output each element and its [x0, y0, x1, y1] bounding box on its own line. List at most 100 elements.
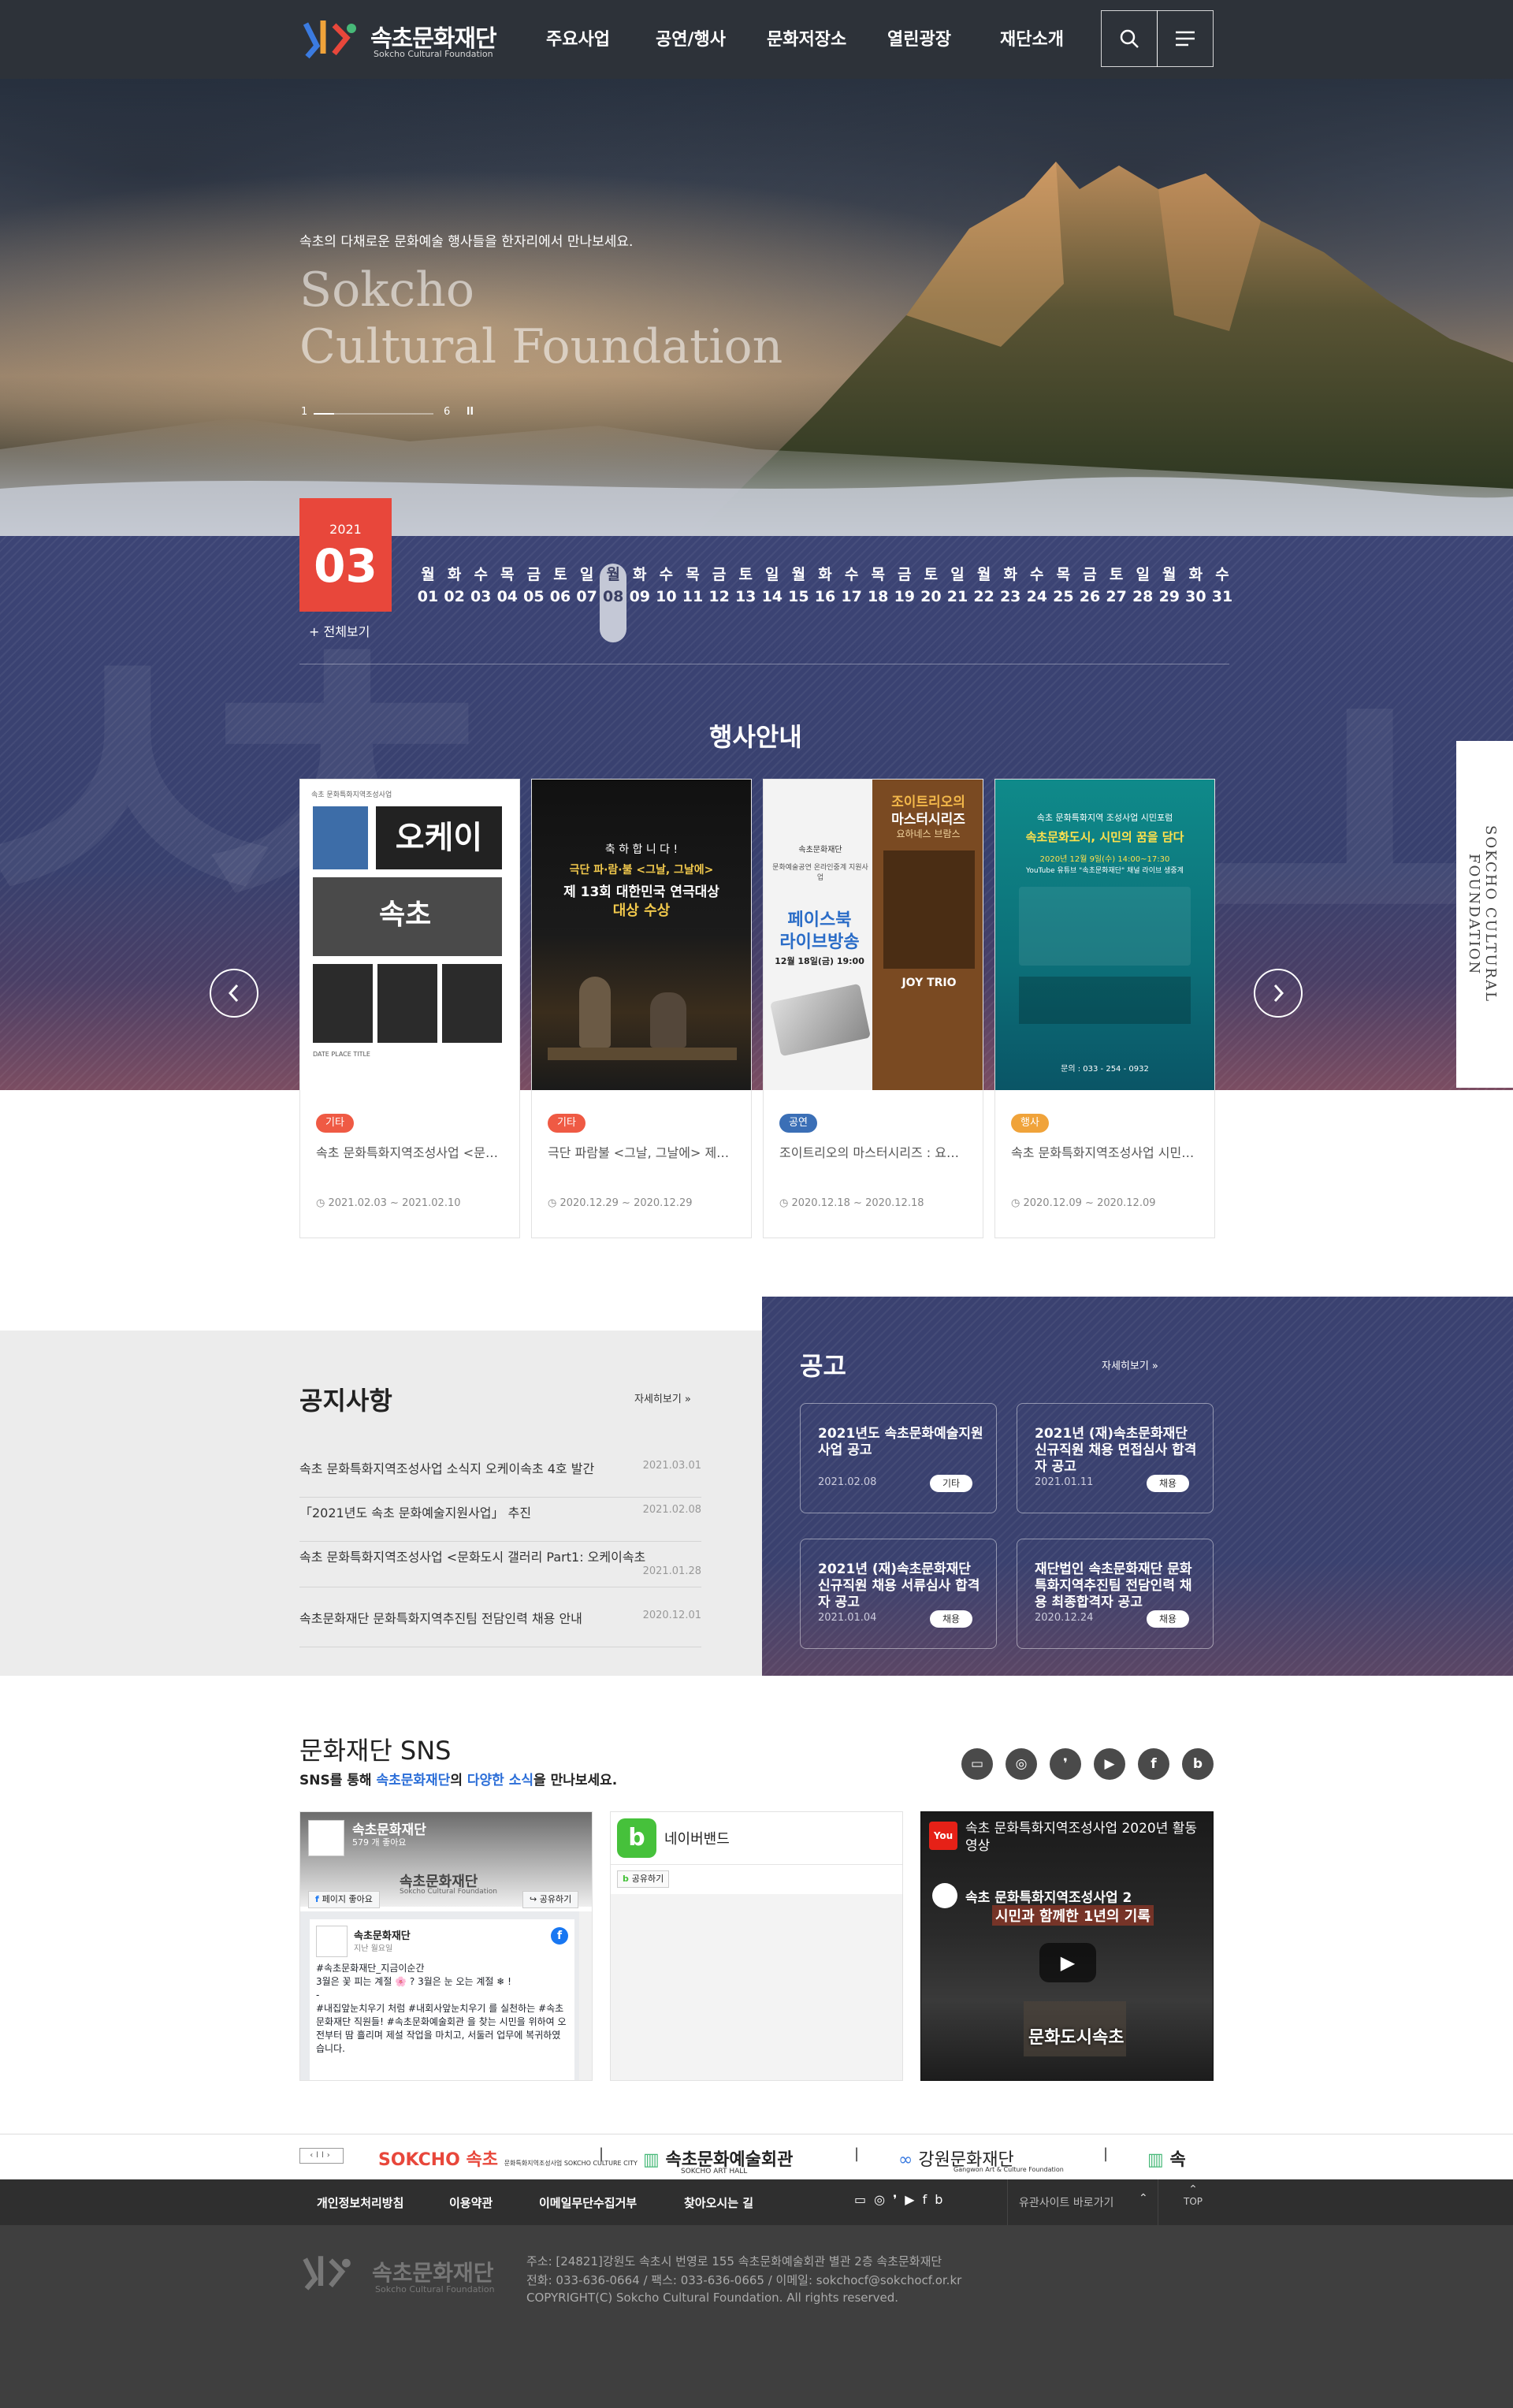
calendar-day[interactable]: 월 15 [785, 564, 812, 642]
announcement-card[interactable]: 2021년 (재)속초문화재단 신규직원 채용 서류심사 합격자 공고 2021… [800, 1539, 997, 1649]
footer-link-privacy[interactable]: 개인정보처리방침 [317, 2194, 403, 2211]
calendar-day[interactable]: 월 22 [971, 564, 998, 642]
announcement-more-link[interactable]: 자세히보기 » [1102, 1357, 1158, 1372]
calendar-view-all-link[interactable]: + 전체보기 [309, 621, 370, 640]
search-button[interactable] [1101, 10, 1158, 67]
instagram-icon[interactable]: ◎ [1006, 1748, 1037, 1780]
announcement-card-title[interactable]: 재단법인 속초문화재단 문화특화지역추진팀 전담인력 채용 최종합격자 공고 [1035, 1561, 1200, 1611]
event-title[interactable]: 속초 문화특화지역조성사업 <문화도시 갤러리> [316, 1142, 505, 1161]
facebook-widget[interactable]: 속초문화재단 579 개 좋아요 속초문화재단 Sokcho Cultural … [299, 1811, 593, 2081]
kakao-story-icon[interactable]: ❜ [1050, 1748, 1081, 1780]
scrollbar[interactable] [579, 1911, 592, 2080]
talk-icon[interactable]: ▭ [854, 2192, 874, 2207]
youtube-widget[interactable]: You 속초 문화특화지역조성사업 2020년 활동영상 속초 문화특화지역조성… [920, 1811, 1214, 2081]
calendar-day[interactable]: 화 02 [441, 564, 468, 642]
naver-band-icon[interactable]: b [935, 2192, 950, 2207]
event-card[interactable]: 속초 문화특화지역 조성사업 시민포럼 속초문화도시, 시민의 꿈을 담다 20… [994, 779, 1215, 1238]
event-card[interactable]: 속초문화재단 문화예술공연 온라인중계 지원사업 페이스북 라이브방송 12월 … [763, 779, 983, 1238]
calendar-day[interactable]: 토 27 [1103, 564, 1130, 642]
calendar-day[interactable]: 일 28 [1129, 564, 1156, 642]
youtube-video-title[interactable]: 속초 문화특화지역조성사업 2020년 활동영상 [965, 1820, 1202, 1855]
back-to-top-button[interactable]: ⌃ TOP [1177, 2183, 1209, 2207]
calendar-day[interactable]: 목 25 [1050, 564, 1076, 642]
calendar-day[interactable]: 수 03 [467, 564, 494, 642]
instagram-icon[interactable]: ◎ [874, 2192, 893, 2207]
nav-open-square[interactable]: 열린광장 [887, 25, 951, 50]
notice-item-title[interactable]: 속초 문화특화지역조성사업 소식지 오케이속초 4호 발간 [299, 1458, 646, 1477]
announcement-card[interactable]: 2021년 (재)속초문화재단 신규직원 채용 면접심사 합격자 공고 2021… [1017, 1403, 1214, 1513]
calendar-day[interactable]: 목 04 [494, 564, 521, 642]
event-card[interactable]: 축 하 합 니 다 ! 극단 파·람·불 <그날, 그날에> 제 13회 대한민… [531, 779, 752, 1238]
calendar-day[interactable]: 수 24 [1024, 564, 1050, 642]
calendar-day[interactable]: 일 14 [759, 564, 786, 642]
calendar-day[interactable]: 월 29 [1156, 564, 1183, 642]
calendar-day[interactable]: 목 11 [679, 564, 706, 642]
announcement-card-title[interactable]: 2021년 (재)속초문화재단 신규직원 채용 면접심사 합격자 공고 [1035, 1426, 1200, 1476]
calendar-day[interactable]: 수 10 [652, 564, 679, 642]
related-sites-select[interactable]: 유관사이트 바로가기 ⌃ [1007, 2179, 1158, 2225]
event-title[interactable]: 조이트리오의 마스터시리즈 : 요하네스 브람스 [779, 1142, 968, 1161]
partner-logo-partial[interactable]: ▥ 속 [1147, 2146, 1186, 2171]
facebook-share-button[interactable]: ↪ 공유하기 [522, 1891, 579, 1908]
facebook-post[interactable]: 속초문화재단 지난 월요일 f #속초문화재단_지금이순간 3월은 꽃 피는 계… [310, 1919, 574, 2080]
calendar-day[interactable]: 금 12 [706, 564, 733, 642]
calendar-day[interactable]: 토 06 [547, 564, 574, 642]
naver-band-widget[interactable]: b 네이버밴드 b 공유하기 [610, 1811, 903, 2081]
events-next-button[interactable] [1254, 969, 1303, 1018]
announcement-card-title[interactable]: 2021년 (재)속초문화재단 신규직원 채용 서류심사 합격자 공고 [818, 1561, 983, 1611]
calendar-day[interactable]: 일 21 [944, 564, 971, 642]
calendar-day[interactable]: 월 08 [600, 564, 627, 642]
calendar-day[interactable]: 수 31 [1209, 564, 1236, 642]
calendar-day[interactable]: 화 30 [1182, 564, 1209, 642]
talk-icon[interactable]: ▭ [961, 1748, 993, 1780]
event-title[interactable]: 속초 문화특화지역조성사업 시민포럼 [1011, 1142, 1200, 1161]
footer-link-email-refusal[interactable]: 이메일무단수집거부 [539, 2194, 637, 2211]
calendar-day[interactable]: 금 19 [891, 564, 918, 642]
notice-item[interactable]: 속초 문화특화지역조성사업 소식지 오케이속초 4호 발간 2021.03.01 [299, 1455, 701, 1498]
facebook-icon[interactable]: f [1138, 1748, 1169, 1780]
facebook-post-author[interactable]: 속초문화재단 [354, 1927, 411, 1942]
calendar-day[interactable]: 토 20 [917, 564, 944, 642]
nav-main-projects[interactable]: 주요사업 [546, 25, 610, 50]
event-card[interactable]: 속초 문화특화지역조성사업 오케이 속초 DATE PLACE TITLE 기타… [299, 779, 520, 1238]
calendar-day[interactable]: 토 13 [732, 564, 759, 642]
notice-item-title[interactable]: 속초문화재단 문화특화지역추진팀 전담인력 채용 안내 [299, 1608, 646, 1627]
calendar-day[interactable]: 수 17 [838, 564, 865, 642]
event-title[interactable]: 극단 파람불 <그날, 그날에> 제13회 대한민국 연극대상 [548, 1142, 737, 1161]
announcement-card-title[interactable]: 2021년도 속초문화예술지원사업 공고 [818, 1426, 983, 1459]
announcement-card[interactable]: 재단법인 속초문화재단 문화특화지역추진팀 전담인력 채용 최종합격자 공고 2… [1017, 1539, 1214, 1649]
youtube-icon[interactable]: ▶ [1094, 1748, 1125, 1780]
nav-culture-archive[interactable]: 문화저장소 [767, 25, 846, 50]
calendar-day[interactable]: 목 18 [864, 564, 891, 642]
calendar-day[interactable]: 금 05 [520, 564, 547, 642]
menu-button[interactable] [1157, 10, 1214, 67]
side-quick-tab[interactable]: SOKCHO CULTURAL FOUNDATION [1456, 741, 1513, 1088]
notice-more-link[interactable]: 자세히보기 » [634, 1390, 691, 1405]
naver-band-icon[interactable]: b [1182, 1748, 1214, 1780]
facebook-icon[interactable]: f [923, 2192, 935, 2207]
partner-slider-controls[interactable]: ‹ll› [299, 2148, 344, 2164]
calendar-day[interactable]: 화 23 [997, 564, 1024, 642]
footer-link-directions[interactable]: 찾아오시는 길 [684, 2194, 753, 2211]
calendar-day[interactable]: 월 01 [414, 564, 441, 642]
calendar-day[interactable]: 화 09 [626, 564, 653, 642]
calendar-day[interactable]: 금 26 [1076, 564, 1103, 642]
notice-item[interactable]: 속초 문화특화지역조성사업 <문화도시 갤러리 Part1: 오케이속초, 20… [299, 1543, 701, 1587]
naver-band-name[interactable]: 네이버밴드 [664, 1828, 730, 1848]
kakao-story-icon[interactable]: ❜ [893, 2192, 905, 2207]
naver-band-share-button[interactable]: b 공유하기 [617, 1870, 670, 1888]
events-prev-button[interactable] [210, 969, 258, 1018]
slide-pause-button[interactable]: ll [467, 406, 474, 418]
brand-logo-icon[interactable] [299, 14, 362, 61]
facebook-like-button[interactable]: f 페이지 좋아요 [308, 1891, 380, 1908]
calendar-day[interactable]: 화 16 [812, 564, 838, 642]
notice-item-title[interactable]: 속초 문화특화지역조성사업 <문화도시 갤러리 Part1: 오케이속초, 20… [299, 1546, 646, 1565]
notice-item[interactable]: 속초문화재단 문화특화지역추진팀 전담인력 채용 안내 2020.12.01 [299, 1605, 701, 1647]
play-button-icon[interactable]: ▶ [1039, 1943, 1096, 1982]
notice-item[interactable]: 「2021년도 속초 문화예술지원사업」 추진 2021.02.08 [299, 1499, 701, 1542]
notice-item-title[interactable]: 「2021년도 속초 문화예술지원사업」 추진 [299, 1502, 646, 1521]
footer-link-terms[interactable]: 이용약관 [449, 2194, 493, 2211]
calendar-day[interactable]: 일 07 [574, 564, 600, 642]
announcement-card[interactable]: 2021년도 속초문화예술지원사업 공고 2021.02.08 기타 [800, 1403, 997, 1513]
youtube-icon[interactable]: ▶ [905, 2192, 922, 2207]
